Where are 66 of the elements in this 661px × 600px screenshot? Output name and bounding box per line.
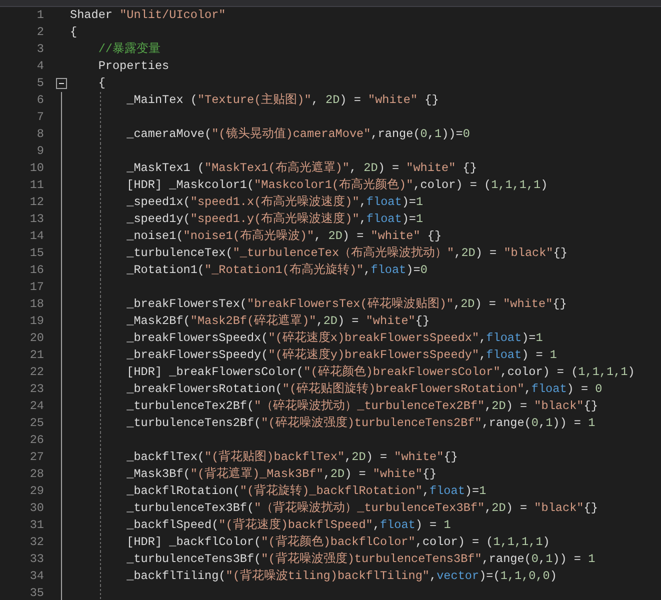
line-number: 11 — [28, 177, 44, 194]
line-number: 8 — [36, 126, 44, 143]
code-line: { — [97, 75, 106, 92]
line-number: 28 — [28, 466, 44, 483]
line-number: 25 — [28, 415, 44, 432]
code-line: _backflTiling("(背花噪波tiling)backflTiling",vector)=(1,1,0,0) — [126, 568, 557, 585]
line-number: 21 — [28, 347, 44, 364]
line-number: 23 — [28, 381, 44, 398]
line-number: 33 — [28, 551, 44, 568]
line-number: 24 — [28, 398, 44, 415]
code-line: _speed1x("speed1.x(布高光噪波速度)",float)=1 — [126, 194, 424, 211]
code-line: _breakFlowersSpeedx("(碎花速度x)breakFlowersSpeedx",float)=1 — [126, 330, 543, 347]
line-number: 27 — [28, 449, 44, 466]
code-line: _turbulenceTex3Bf("（背花噪波扰动）_turbulenceTex3Bf",2D) = "black"{} — [126, 500, 598, 517]
line-number: 20 — [28, 330, 44, 347]
code-line: _backflTex("(背花贴图)backflTex",2D) = "white"{} — [126, 449, 458, 466]
code-line: _turbulenceTens2Bf("(碎花噪波强度)turbulenceTens2Bf",range(0,1)) = 1 — [126, 415, 596, 432]
code-line: _turbulenceTex("_turbulenceTex（布高光噪波扰动）",2D) = "black"{} — [126, 245, 568, 262]
code-line: _MainTex ("Texture(主贴图)", 2D) = "white" {} — [126, 92, 439, 109]
line-number: 3 — [36, 41, 44, 58]
line-number: 31 — [28, 517, 44, 534]
code-line: _noise1("noise1(布高光噪波)", 2D) = "white" {} — [126, 228, 442, 245]
line-number: 15 — [28, 245, 44, 262]
code-line: _Mask2Bf("Mask2Bf(碎花遮罩)",2D) = "white"{} — [126, 313, 430, 330]
line-number: 17 — [28, 279, 44, 296]
collapse-icon[interactable] — [56, 78, 67, 89]
line-number: 32 — [28, 534, 44, 551]
line-number: 2 — [36, 24, 44, 41]
code-line: _turbulenceTex2Bf("（碎花噪波扰动）_turbulenceTex2Bf",2D) = "black"{} — [126, 398, 598, 415]
line-number: 14 — [28, 228, 44, 245]
code-line: _turbulenceTens3Bf("(背花噪波强度)turbulenceTens3Bf",range(0,1)) = 1 — [126, 551, 596, 568]
line-number: 13 — [28, 211, 44, 228]
code-line: [HDR] _backflColor("(背花颜色)backflColor",color) = (1,1,1,1) — [126, 534, 550, 551]
line-number: 9 — [36, 143, 44, 160]
line-number: 26 — [28, 432, 44, 449]
code-line: _backflRotation("(背花旋转)_backflRotation",float)=1 — [126, 483, 486, 500]
line-number: 19 — [28, 313, 44, 330]
code-line: { — [70, 24, 78, 41]
code-line: _cameraMove("(镜头晃动值)cameraMove",range(0,1))=0 — [126, 126, 470, 143]
code-line: //暴露变量 — [97, 41, 160, 58]
code-line: _MaskTex1 ("MaskTex1(布高光遮罩)", 2D) = "white" {} — [126, 160, 477, 177]
line-number: 29 — [28, 483, 44, 500]
line-number: 30 — [28, 500, 44, 517]
code-line: _backflSpeed("(背花速度)backflSpeed",float) = 1 — [126, 517, 451, 534]
code-line: _speed1y("speed1.y(布高光噪波速度)",float)=1 — [126, 211, 424, 228]
line-number: 6 — [36, 92, 44, 109]
line-number: 5 — [36, 75, 44, 92]
code-line: _breakFlowersSpeedy("(碎花速度y)breakFlowersSpeedy",float) = 1 — [126, 347, 557, 364]
line-number: 16 — [28, 262, 44, 279]
code-line: _breakFlowersRotation("(碎花贴图旋转)breakFlowersRotation",float) = 0 — [126, 381, 602, 398]
code-line: [HDR] _Maskcolor1("Maskcolor1(布高光颜色)",color) = (1,1,1,1) — [126, 177, 548, 194]
line-number: 1 — [36, 7, 44, 24]
code-line: [HDR] _breakFlowersColor("(碎花颜色)breakFlowersColor",color) = (1,1,1,1) — [126, 364, 635, 381]
code-line: Properties — [97, 58, 170, 75]
code-line: Shader "Unlit/UIcolor" — [70, 7, 226, 24]
line-number: 10 — [28, 160, 44, 177]
line-number: 4 — [36, 58, 44, 75]
line-number: 34 — [28, 568, 44, 585]
line-number: 22 — [28, 364, 44, 381]
line-number: 18 — [28, 296, 44, 313]
code-line: _Rotation1("_Rotation1(布高光旋转)",float)=0 — [126, 262, 428, 279]
line-number: 7 — [36, 109, 44, 126]
code-line: _breakFlowersTex("breakFlowersTex(碎花噪波贴图)",2D) = "white"{} — [126, 296, 567, 313]
code-line: _Mask3Bf("(背花遮罩)_Mask3Bf",2D) = "white"{} — [126, 466, 437, 483]
line-number: 35 — [28, 585, 44, 600]
line-number: 12 — [28, 194, 44, 211]
